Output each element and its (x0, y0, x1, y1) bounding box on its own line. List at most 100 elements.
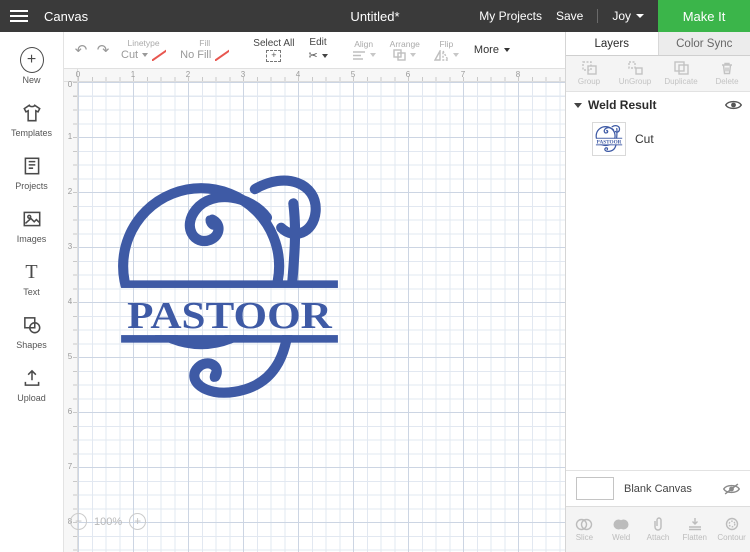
ruler-mark: 6 (405, 70, 411, 79)
redo-icon[interactable]: ↷ (92, 41, 114, 59)
blank-canvas-label: Blank Canvas (624, 482, 692, 495)
sidebar-item-new[interactable]: + New (0, 40, 64, 93)
shirt-icon (20, 101, 44, 125)
canvas-color-swatch[interactable] (576, 477, 614, 500)
my-projects-link[interactable]: My Projects (479, 9, 542, 23)
chevron-down-icon (369, 53, 376, 58)
shapes-icon (20, 313, 44, 337)
ruler-mark: 4 (295, 70, 301, 79)
upload-icon (20, 366, 44, 390)
layer-group-title: Weld Result (588, 98, 657, 112)
sidebar-item-upload[interactable]: Upload (0, 358, 64, 411)
duplicate-button[interactable]: Duplicate (658, 56, 704, 91)
duplicate-icon (673, 61, 689, 75)
fill-dropdown[interactable]: Fill No Fill (180, 38, 229, 62)
fill-value: No Fill (180, 48, 212, 61)
flatten-button[interactable]: Flatten (676, 507, 713, 552)
tab-color-sync[interactable]: Color Sync (659, 32, 750, 55)
slice-button[interactable]: Slice (566, 507, 603, 552)
sidebar-item-projects[interactable]: Projects (0, 146, 64, 199)
sidebar-item-text[interactable]: T Text (0, 252, 64, 305)
weld-icon (613, 519, 629, 529)
layer-label: Cut (635, 132, 654, 146)
ruler-mark: 0 (75, 70, 81, 79)
cut-line-swatch (152, 49, 166, 61)
flatten-icon (688, 518, 701, 531)
ruler-mark: 5 (67, 352, 73, 361)
group-button[interactable]: Group (566, 56, 612, 91)
design-canvas-grid[interactable] (78, 82, 565, 552)
ruler-mark: 2 (185, 70, 191, 79)
delete-button[interactable]: Delete (704, 56, 750, 91)
save-link[interactable]: Save (556, 9, 583, 23)
design-app-window: Canvas Untitled* My Projects Save Joy Ma… (0, 0, 750, 552)
edit-menu-button[interactable]: Edit ✂ (308, 36, 328, 63)
expand-triangle-icon[interactable] (574, 102, 582, 108)
tab-layers[interactable]: Layers (566, 32, 659, 55)
monogram-artwork[interactable] (115, 175, 343, 406)
weld-button[interactable]: Weld (603, 507, 640, 552)
ruler-mark: 0 (67, 80, 73, 89)
ruler-mark: 3 (67, 242, 73, 251)
flip-label: Flip (439, 39, 454, 50)
ungroup-button[interactable]: UnGroup (612, 56, 658, 91)
vertical-ruler: 0 1 2 3 4 5 6 7 8 (64, 80, 78, 552)
contour-icon (725, 517, 738, 531)
attach-button[interactable]: Attach (640, 507, 677, 552)
ungroup-icon (627, 61, 643, 75)
layers-panel: Layers Color Sync Group UnGroup Duplicat… (565, 32, 750, 552)
tool-sidebar: + New Templates Projects Images T Text S… (0, 32, 64, 552)
ruler-mark: 4 (67, 297, 73, 306)
top-bar: Canvas Untitled* My Projects Save Joy Ma… (0, 0, 750, 32)
more-label: More (473, 44, 499, 56)
align-dropdown[interactable]: Align (352, 39, 376, 60)
zoom-control: − 100% + (70, 513, 147, 530)
header-right: My Projects Save Joy Make It (479, 0, 750, 32)
select-all-label: Select All (253, 38, 295, 49)
select-all-button[interactable]: Select All + (253, 38, 294, 62)
make-it-button[interactable]: Make It (658, 0, 750, 32)
ruler-mark: 2 (67, 187, 73, 196)
sidebar-item-templates[interactable]: Templates (0, 93, 64, 146)
undo-icon[interactable]: ↶ (70, 41, 92, 59)
zoom-in-button[interactable]: + (129, 513, 147, 530)
header-divider (597, 9, 599, 23)
edit-label: Edit (309, 36, 327, 48)
ruler-mark: 6 (67, 407, 73, 416)
linetype-label: Linetype (127, 37, 160, 48)
contour-button[interactable]: Contour (713, 507, 750, 552)
ruler-mark: 8 (515, 70, 521, 79)
flip-icon (433, 49, 449, 61)
attach-icon (654, 517, 662, 531)
user-menu[interactable]: Joy (612, 9, 644, 23)
linetype-dropdown[interactable]: Linetype Cut (121, 38, 166, 62)
hamburger-menu-icon[interactable] (0, 0, 40, 32)
chevron-down-icon (321, 53, 328, 58)
chevron-down-icon (142, 53, 149, 58)
select-all-icon: + (266, 50, 282, 62)
layer-action-row: Group UnGroup Duplicate Delete (566, 56, 750, 92)
document-title: Untitled* (350, 8, 400, 24)
visibility-eye-icon[interactable] (725, 98, 742, 112)
ruler-mark: 7 (460, 70, 466, 79)
chevron-down-icon (410, 53, 417, 58)
panel-tabs: Layers Color Sync (566, 32, 750, 56)
no-fill-swatch (215, 49, 229, 61)
flip-dropdown[interactable]: Flip (433, 39, 459, 61)
chevron-down-icon (636, 14, 644, 18)
align-label: Align (354, 39, 374, 50)
slice-icon (576, 518, 593, 530)
zoom-out-button[interactable]: − (70, 513, 87, 530)
visibility-off-icon[interactable] (723, 482, 740, 496)
layer-item-cut[interactable]: Cut (566, 118, 750, 160)
layer-group-weld-result[interactable]: Weld Result (566, 92, 750, 118)
arrange-dropdown[interactable]: Arrange (390, 39, 420, 61)
sidebar-item-images[interactable]: Images (0, 199, 64, 252)
ruler-mark: 5 (350, 70, 356, 79)
sidebar-item-shapes[interactable]: Shapes (0, 305, 64, 358)
horizontal-ruler: 0 1 2 3 4 5 6 7 8 9 (76, 69, 575, 82)
more-dropdown[interactable]: More (474, 44, 510, 56)
layer-list: Weld Result Cut (566, 92, 750, 470)
trash-icon (722, 62, 732, 75)
ruler-mark: 7 (67, 462, 73, 471)
